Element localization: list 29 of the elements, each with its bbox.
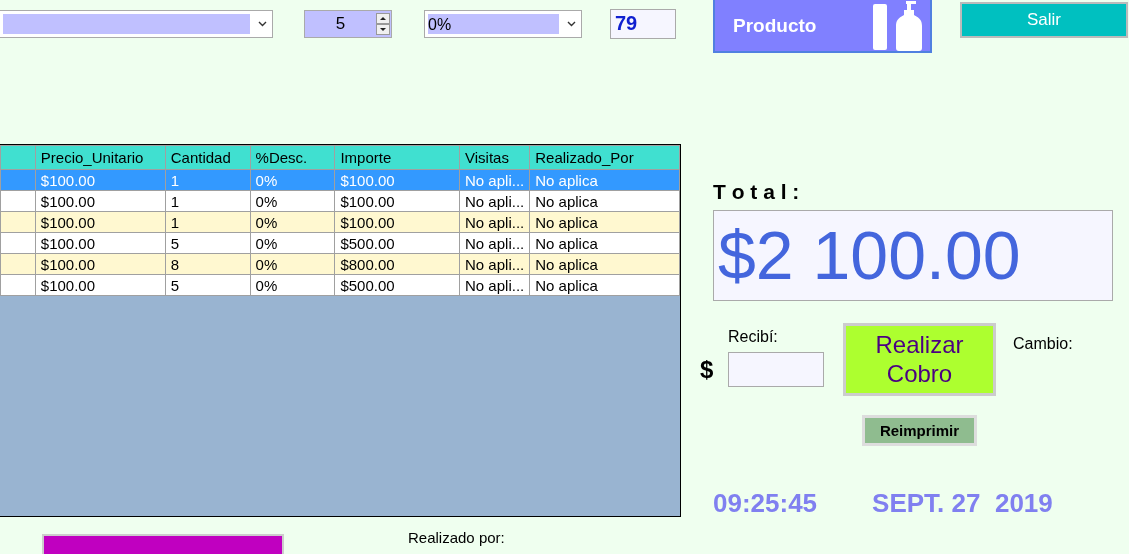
quantity-spinner[interactable]: 5 bbox=[304, 10, 392, 38]
table-row[interactable]: $100.00 5 0% $500.00 No apli... No aplica bbox=[0, 232, 680, 254]
charge-button[interactable]: Realizar Cobro bbox=[843, 323, 996, 396]
column-header[interactable]: Realizado_Por bbox=[529, 145, 680, 170]
column-header[interactable]: Visitas bbox=[459, 145, 530, 170]
table-row[interactable]: $100.00 8 0% $800.00 No apli... No aplica bbox=[0, 253, 680, 275]
table-row[interactable]: $100.00 5 0% $500.00 No apli... No aplica bbox=[0, 274, 680, 296]
currency-sign: $ bbox=[700, 355, 715, 384]
received-field[interactable] bbox=[728, 352, 824, 387]
total-amount: $2 100.00 bbox=[713, 210, 1113, 301]
change-label: Cambio: bbox=[1013, 335, 1073, 353]
column-header[interactable]: Precio_Unitario bbox=[35, 145, 166, 170]
chevron-icon bbox=[567, 21, 576, 27]
time-text: 09:25:45 bbox=[713, 488, 818, 519]
stock-field[interactable]: 79 bbox=[610, 9, 676, 39]
column-header[interactable]: %Desc. bbox=[250, 145, 335, 170]
product-dropdown[interactable] bbox=[0, 10, 273, 38]
chevron-icon bbox=[258, 21, 267, 27]
done-by-label: Realizado por: bbox=[408, 529, 505, 546]
received-label: Recibí: bbox=[728, 328, 779, 346]
table-row[interactable]: $100.00 1 0% $100.00 No apli... No aplica bbox=[0, 211, 680, 233]
column-header[interactable]: Importe bbox=[334, 145, 460, 170]
action-button[interactable] bbox=[42, 534, 284, 554]
column-header[interactable]: Cantidad bbox=[165, 145, 251, 170]
table-row[interactable]: $100.00 1 0% $100.00 No apli... No aplica bbox=[0, 190, 680, 212]
discount-dropdown[interactable]: 0% bbox=[424, 10, 582, 38]
reprint-button[interactable]: Reimprimir bbox=[862, 415, 977, 446]
date-text: SEPT. 27 2019 bbox=[872, 488, 1053, 519]
total-label: T o t a l : bbox=[713, 180, 801, 204]
